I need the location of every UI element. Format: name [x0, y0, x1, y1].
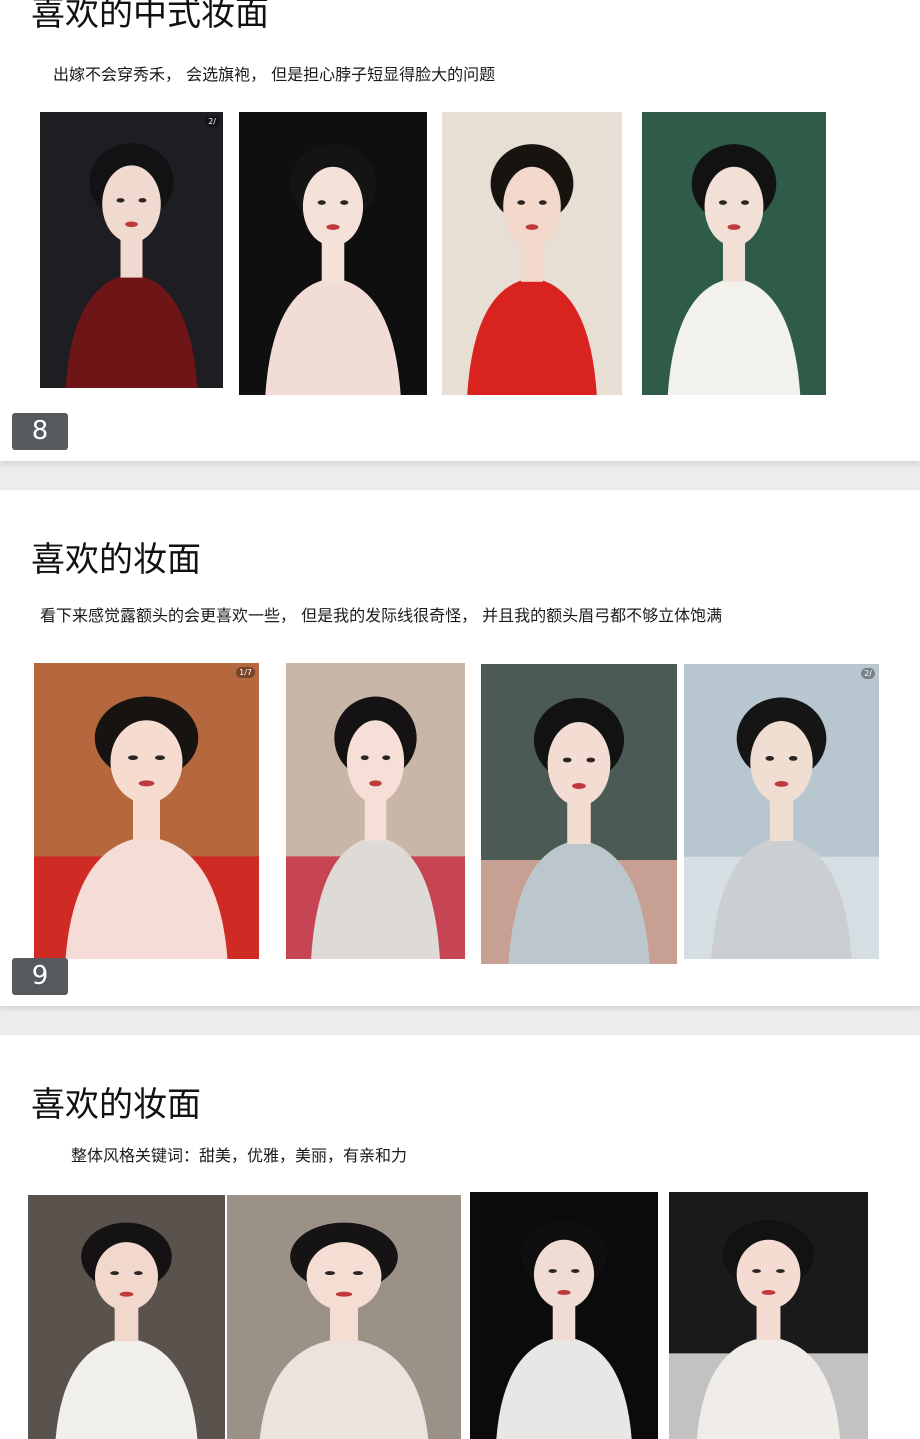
- portrait-image: [470, 1192, 658, 1439]
- lips: [335, 1291, 353, 1297]
- eye-right: [352, 1271, 364, 1276]
- eye-right: [740, 200, 750, 205]
- portrait-image: [286, 663, 465, 959]
- lips: [572, 783, 586, 789]
- eye-left: [718, 200, 728, 205]
- lips: [774, 781, 789, 787]
- lips: [761, 1289, 776, 1295]
- eye-right: [586, 757, 596, 763]
- lips: [557, 1289, 571, 1295]
- section-card-makeup-keywords: 喜欢的妆面 整体风格关键词：甜美，优雅，美丽，有亲和力: [0, 1035, 920, 1439]
- eye-right: [340, 200, 349, 205]
- page-number-badge: 8: [12, 413, 68, 450]
- section-card-makeup: 喜欢的妆面 看下来感觉露额头的会更喜欢一些， 但是我的发际线很奇怪， 并且我的额…: [0, 490, 920, 1006]
- photo-sheer-white-top-portrait[interactable]: [227, 1195, 461, 1439]
- face-shape: [110, 720, 183, 804]
- portrait-image: [642, 112, 826, 395]
- face-shape: [547, 722, 611, 806]
- portrait-image: [28, 1195, 225, 1439]
- eye-right: [155, 755, 165, 761]
- eye-right: [138, 198, 147, 203]
- face-shape: [736, 1239, 801, 1309]
- photo-pink-qipao-on-red-bed[interactable]: 1/7: [34, 663, 259, 959]
- section-description: 整体风格关键词：甜美，优雅，美丽，有亲和力: [71, 1146, 408, 1165]
- eye-left: [765, 756, 775, 761]
- portrait-image: [239, 112, 427, 395]
- portrait-image: [684, 664, 879, 959]
- lips: [125, 221, 138, 227]
- lips: [727, 224, 741, 230]
- eye-left: [116, 198, 125, 203]
- face-shape: [94, 1242, 159, 1311]
- eye-right: [788, 756, 798, 761]
- photo-grey-qipao-harbour[interactable]: 2/: [684, 664, 879, 959]
- portrait-image: [442, 112, 622, 395]
- eye-right: [382, 755, 391, 761]
- image-counter: 2/: [205, 116, 219, 127]
- face-shape: [306, 1242, 382, 1311]
- section-title: 喜欢的中式妆面: [31, 0, 269, 34]
- eye-left: [548, 1269, 557, 1274]
- face-shape: [102, 165, 161, 243]
- portrait-image: [669, 1192, 868, 1439]
- eye-right: [776, 1269, 785, 1274]
- lips: [138, 780, 155, 787]
- photo-embroidered-white-jacket[interactable]: [286, 663, 465, 959]
- eye-left: [752, 1269, 761, 1274]
- eye-left: [562, 757, 572, 763]
- section-description: 出嫁不会穿秀禾， 会选旗袍， 但是担心脖子短显得脸大的问题: [53, 65, 496, 84]
- photo-pearl-necklace-black-bg[interactable]: [470, 1192, 658, 1439]
- face-shape: [302, 166, 364, 246]
- eye-left: [360, 755, 369, 761]
- photo-front-portrait-pink-collar[interactable]: [239, 112, 427, 395]
- eye-right: [571, 1269, 580, 1274]
- eye-left: [324, 1271, 336, 1276]
- lips: [369, 780, 382, 787]
- lips: [525, 224, 539, 230]
- section-title: 喜欢的妆面: [31, 1085, 201, 1125]
- image-counter: 1/7: [236, 667, 255, 678]
- image-counter: 2/: [861, 668, 875, 679]
- lips: [326, 224, 340, 230]
- face-shape: [503, 166, 561, 246]
- photo-red-lace-qipao-standing[interactable]: [442, 112, 622, 395]
- section-title: 喜欢的妆面: [31, 540, 201, 580]
- face-shape: [533, 1239, 595, 1309]
- face-shape: [704, 166, 764, 246]
- eye-left: [110, 1271, 120, 1276]
- page-number-badge: 9: [12, 958, 68, 995]
- face-shape: [750, 721, 813, 804]
- photo-side-profile-red-qipao[interactable]: 2/: [40, 112, 223, 388]
- eye-left: [128, 755, 138, 761]
- eye-right: [538, 200, 547, 205]
- photo-pale-blue-qipao-portrait[interactable]: [481, 664, 677, 964]
- portrait-image: [227, 1195, 461, 1439]
- section-description: 看下来感觉露额头的会更喜欢一些， 但是我的发际线很奇怪， 并且我的额头眉弓都不够…: [40, 606, 723, 625]
- photo-white-dress-by-water[interactable]: [642, 112, 826, 395]
- photo-braided-hair-white-top[interactable]: [28, 1195, 225, 1439]
- portrait-image: [34, 663, 259, 959]
- portrait-image: [481, 664, 677, 964]
- face-shape: [346, 720, 405, 804]
- eye-left: [517, 200, 526, 205]
- eye-left: [317, 200, 326, 205]
- portrait-image: [40, 112, 223, 388]
- section-card-chinese-makeup: 喜欢的中式妆面 出嫁不会穿秀禾， 会选旗袍， 但是担心脖子短显得脸大的问题 2/…: [0, 0, 920, 461]
- lips: [119, 1291, 134, 1297]
- photo-floral-crown-veil[interactable]: [669, 1192, 868, 1439]
- eye-right: [133, 1271, 143, 1276]
